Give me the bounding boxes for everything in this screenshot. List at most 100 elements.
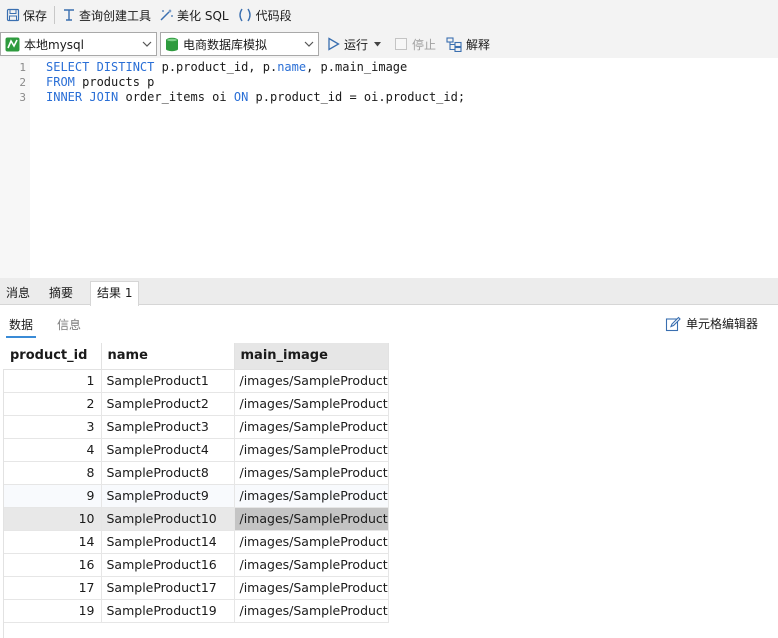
query-builder-button[interactable]: 查询创建工具 bbox=[58, 3, 155, 27]
sql-keyword: SELECT DISTINCT bbox=[46, 60, 162, 74]
line-number: 3 bbox=[19, 91, 26, 104]
table-cell[interactable]: SampleProduct4 bbox=[101, 438, 235, 462]
connection-toolbar: 本地mysql 电商数据库模拟 运行 停止 解释 bbox=[0, 30, 778, 58]
table-cell[interactable]: 2 bbox=[4, 392, 102, 416]
tab-messages[interactable]: 消息 bbox=[0, 282, 36, 305]
mysql-connection-icon bbox=[5, 37, 20, 51]
code-line[interactable]: 3 INNER JOIN order_items oi ON p.product_… bbox=[0, 90, 778, 105]
sql-editor[interactable]: 1 SELECT DISTINCT p.product_id, p.name, p… bbox=[0, 58, 778, 278]
table-row[interactable]: 9 SampleProduct9/images/SampleProduct bbox=[4, 484, 389, 508]
table-row[interactable]: 2 SampleProduct2/images/SampleProduct bbox=[4, 392, 389, 416]
table-cell[interactable]: SampleProduct8 bbox=[101, 461, 235, 485]
table-row[interactable]: 14 SampleProduct14/images/SampleProduct bbox=[4, 530, 389, 554]
table-cell[interactable]: SampleProduct10 bbox=[101, 507, 235, 531]
table-cell[interactable]: /images/SampleProduct bbox=[234, 507, 389, 531]
table-cell[interactable]: SampleProduct1 bbox=[101, 369, 235, 393]
database-icon bbox=[166, 37, 178, 51]
explain-icon bbox=[446, 36, 462, 52]
sql-keyword: name bbox=[277, 60, 307, 74]
result-tab-bar: 消息 摘要 结果 1 bbox=[0, 278, 778, 306]
table-cell[interactable]: SampleProduct16 bbox=[101, 553, 235, 577]
results-table: product_id name main_image 1 SampleProduct1… bbox=[4, 343, 389, 623]
header-row: product_id name main_image bbox=[4, 343, 389, 370]
table-cell[interactable]: SampleProduct17 bbox=[101, 576, 235, 600]
table-cell[interactable]: /images/SampleProduct bbox=[234, 553, 389, 577]
code-snippet-label: 代码段 bbox=[255, 8, 292, 23]
table-cell[interactable]: 4 bbox=[4, 438, 102, 462]
code-snippet-button[interactable]: 代码段 bbox=[233, 3, 296, 27]
table-cell[interactable]: 19 bbox=[4, 599, 102, 623]
column-header-product-id[interactable]: product_id bbox=[4, 343, 102, 370]
beautify-sql-button[interactable]: 美化 SQL bbox=[155, 3, 233, 27]
table-cell[interactable]: SampleProduct19 bbox=[101, 599, 235, 623]
table-row[interactable]: 17 SampleProduct17/images/SampleProduct bbox=[4, 576, 389, 600]
table-cell[interactable]: /images/SampleProduct bbox=[234, 599, 389, 623]
edit-icon bbox=[665, 316, 681, 331]
stop-label: 停止 bbox=[412, 37, 437, 52]
main-toolbar: 保存 查询创建工具 美化 SQL 代码段 bbox=[0, 0, 778, 30]
table-row[interactable]: 8 SampleProduct8/images/SampleProduct bbox=[4, 461, 389, 485]
cell-editor-label: 单元格编辑器 bbox=[685, 317, 758, 331]
chevron-down-icon bbox=[304, 41, 314, 47]
query-builder-icon bbox=[64, 9, 75, 21]
table-cell[interactable]: /images/SampleProduct bbox=[234, 415, 389, 439]
table-cell[interactable]: /images/SampleProduct bbox=[234, 530, 389, 554]
column-header-main-image[interactable]: main_image bbox=[234, 343, 389, 370]
play-icon bbox=[328, 37, 340, 51]
stop-button[interactable]: 停止 bbox=[395, 36, 436, 53]
code-text: FROM products p bbox=[46, 75, 154, 90]
code-line[interactable]: 2 FROM products p bbox=[0, 75, 778, 90]
results-grid[interactable]: product_id name main_image 1 SampleProduct1… bbox=[0, 343, 778, 638]
save-icon bbox=[6, 8, 20, 22]
table-cell[interactable]: /images/SampleProduct bbox=[234, 438, 389, 462]
table-cell[interactable]: 14 bbox=[4, 530, 102, 554]
table-cell[interactable]: SampleProduct3 bbox=[101, 415, 235, 439]
sql-token: order_items oi bbox=[125, 90, 234, 104]
explain-button[interactable]: 解释 bbox=[446, 36, 490, 53]
parentheses-icon bbox=[238, 8, 251, 22]
table-cell[interactable]: /images/SampleProduct bbox=[234, 576, 389, 600]
table-cell[interactable]: 8 bbox=[4, 461, 102, 485]
table-cell[interactable]: /images/SampleProduct bbox=[234, 484, 389, 508]
table-row[interactable]: 19 SampleProduct19/images/SampleProduct bbox=[4, 599, 389, 623]
table-cell[interactable]: SampleProduct2 bbox=[101, 392, 235, 416]
database-select[interactable]: 电商数据库模拟 bbox=[160, 32, 319, 56]
magic-wand-icon bbox=[160, 9, 173, 21]
subtab-info[interactable]: 信息 bbox=[57, 316, 81, 333]
sql-token: products p bbox=[82, 75, 155, 89]
caret-down-icon[interactable] bbox=[374, 41, 382, 47]
code-line[interactable]: 1 SELECT DISTINCT p.product_id, p.name, p… bbox=[0, 60, 778, 75]
sql-keyword: FROM bbox=[46, 75, 83, 89]
table-cell[interactable]: /images/SampleProduct bbox=[234, 392, 389, 416]
connection-select[interactable]: 本地mysql bbox=[0, 32, 157, 56]
table-cell[interactable]: SampleProduct14 bbox=[101, 530, 235, 554]
table-cell[interactable]: SampleProduct9 bbox=[101, 484, 235, 508]
table-row[interactable]: 4 SampleProduct4/images/SampleProduct bbox=[4, 438, 389, 462]
column-header-name[interactable]: name bbox=[101, 343, 235, 370]
table-row[interactable]: 1 SampleProduct1/images/SampleProduct bbox=[4, 369, 389, 393]
table-cell[interactable]: 3 bbox=[4, 415, 102, 439]
table-row[interactable]: 16 SampleProduct16/images/SampleProduct bbox=[4, 553, 389, 577]
subtab-data[interactable]: 数据 bbox=[9, 316, 33, 333]
table-cell[interactable]: 16 bbox=[4, 553, 102, 577]
table-row[interactable]: 10 SampleProduct10/images/SampleProduct bbox=[4, 507, 389, 531]
code-text: INNER JOIN order_items oi ON p.product_i… bbox=[46, 90, 465, 105]
tab-result-1[interactable]: 结果 1 bbox=[90, 281, 140, 306]
table-cell[interactable]: 1 bbox=[4, 369, 102, 393]
table-cell[interactable]: 17 bbox=[4, 576, 102, 600]
table-cell[interactable]: 10 bbox=[4, 507, 102, 531]
save-label: 保存 bbox=[23, 8, 48, 23]
query-builder-label: 查询创建工具 bbox=[79, 8, 152, 23]
tab-summary[interactable]: 摘要 bbox=[43, 282, 79, 305]
beautify-sql-label: 美化 SQL bbox=[177, 8, 229, 23]
stop-icon bbox=[395, 38, 408, 50]
table-cell[interactable]: 9 bbox=[4, 484, 102, 508]
sql-token: p.product_id, p. bbox=[161, 60, 278, 74]
cell-editor-button[interactable]: 单元格编辑器 bbox=[665, 315, 758, 332]
table-row[interactable]: 3 SampleProduct3/images/SampleProduct bbox=[4, 415, 389, 439]
active-subtab-indicator bbox=[6, 336, 36, 338]
save-button[interactable]: 保存 bbox=[2, 3, 51, 27]
table-cell[interactable]: /images/SampleProduct bbox=[234, 369, 389, 393]
table-cell[interactable]: /images/SampleProduct bbox=[234, 461, 389, 485]
run-button[interactable]: 运行 bbox=[327, 36, 385, 53]
